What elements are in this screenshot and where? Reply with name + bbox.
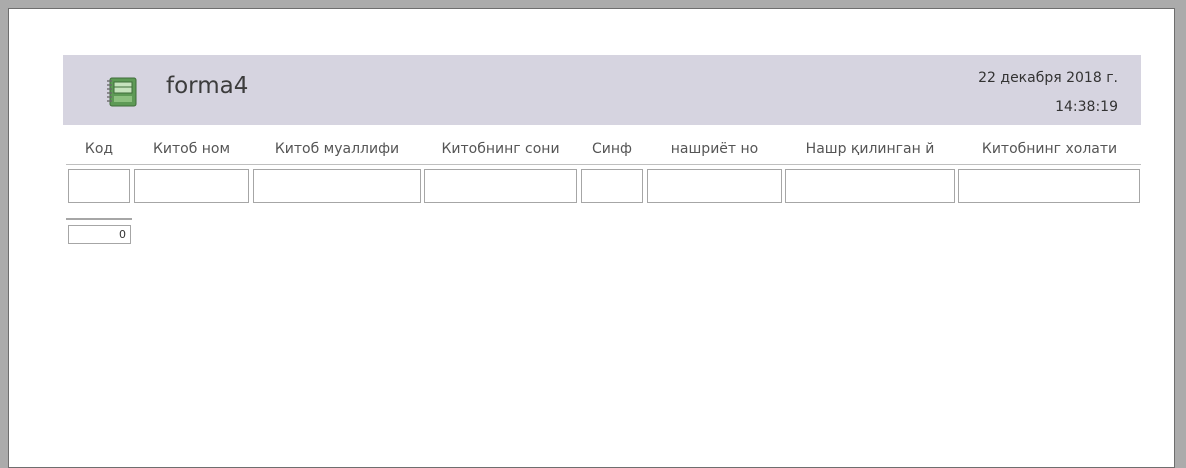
column-header-nashr-yili: Нашр қилинган й xyxy=(805,141,935,157)
report-date: 22 декабря 2018 г. xyxy=(978,70,1118,86)
field-sinf[interactable] xyxy=(581,169,643,203)
field-kod[interactable] xyxy=(68,169,130,203)
column-header-kitob-soni: Китобнинг сони xyxy=(441,141,560,157)
column-header-divider xyxy=(66,164,1141,165)
field-kitob-holati[interactable] xyxy=(958,169,1140,203)
column-header-nashriyot: нашриёт но xyxy=(670,141,759,157)
column-header-kod: Код xyxy=(84,141,114,157)
form-icon xyxy=(106,76,138,108)
column-header-sinf: Синф xyxy=(592,141,632,157)
report-title: forma4 xyxy=(166,73,249,99)
field-kitob-nom[interactable] xyxy=(134,169,249,203)
column-header-kitob-holati: Китобнинг холати xyxy=(981,141,1118,157)
column-header-kitob-nom: Китоб ном xyxy=(152,141,231,157)
record-count[interactable]: 0 xyxy=(68,225,131,244)
field-nashr-yili[interactable] xyxy=(785,169,955,203)
footer-divider xyxy=(66,218,132,220)
column-header-kitob-muallifi: Китоб муаллифи xyxy=(274,141,400,157)
field-kitob-muallifi[interactable] xyxy=(253,169,421,203)
field-nashriyot[interactable] xyxy=(647,169,782,203)
field-kitob-soni[interactable] xyxy=(424,169,577,203)
report-time: 14:38:19 xyxy=(1055,99,1118,115)
